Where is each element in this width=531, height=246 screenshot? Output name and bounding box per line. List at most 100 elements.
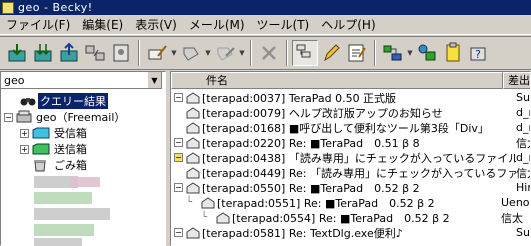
toolbar-separator: [374, 40, 376, 66]
tree-item-query-results[interactable]: クエリー結果: [20, 93, 108, 109]
tree-item-label: 送信箱: [54, 143, 87, 156]
expand-icon[interactable]: +: [20, 144, 29, 154]
message-subject: [terapad:0581] Re: TextDlg.exe便利♪: [202, 226, 403, 240]
mail-read-icon: [186, 91, 202, 104]
edit-icon[interactable]: [318, 40, 344, 66]
compose-icon[interactable]: [144, 40, 170, 66]
mail-read-icon: [216, 211, 232, 224]
menu-file[interactable]: ファイル(F): [0, 15, 76, 35]
reply-dropdown[interactable]: ▼: [204, 40, 212, 66]
table-row[interactable]: − [terapad:0037] TeraPad 0.50 正式版 Susu: [171, 90, 530, 105]
collapse-icon[interactable]: −: [174, 93, 183, 102]
menu-help[interactable]: ヘルプ(H): [315, 15, 381, 35]
tree-item-outbox[interactable]: + 送信箱: [20, 141, 89, 157]
collapse-icon[interactable]: −: [4, 112, 13, 122]
column-subject[interactable]: 件名: [171, 72, 503, 89]
tree-item-label: クエリー結果: [38, 93, 108, 109]
list-header: 件名 差出: [171, 72, 530, 89]
forward-dropdown[interactable]: ▼: [238, 40, 246, 66]
menu-bar: ファイル(F) 編集(E) 表示(V) メール(M) ツール(T) ヘルプ(H): [0, 15, 531, 35]
toolbar: ▼ ▼ ▼ ▼ ?: [0, 36, 531, 70]
mail-server-icon: [16, 110, 34, 124]
collapse-icon[interactable]: −: [174, 183, 183, 192]
title-bar: geo - Becky!: [0, 0, 531, 15]
trash-icon: [32, 159, 52, 172]
message-subject: [terapad:0168] ■呼び出して便利なツール第3段「Div」: [202, 121, 489, 135]
folder-tree: クエリー結果 − geo（Freemail） + 受信箱 + 送信箱 ごみ箱: [0, 92, 164, 246]
thread-view-icon[interactable]: [292, 40, 318, 66]
mail-read-icon: [186, 136, 202, 149]
properties-icon[interactable]: [344, 40, 370, 66]
tree-item-label: 受信箱: [54, 127, 87, 140]
notes-icon[interactable]: [440, 40, 466, 66]
menu-view[interactable]: 表示(V): [129, 15, 183, 35]
tree-item-label: ごみ箱: [54, 159, 87, 172]
binoculars-icon: [20, 95, 38, 107]
table-row[interactable]: [terapad:0079] ヘルプ改訂版アップのお知らせ d_mai: [171, 105, 530, 120]
settings-icon[interactable]: [414, 40, 440, 66]
redacted-folder: [34, 208, 110, 220]
chevron-down-icon[interactable]: ▼: [147, 72, 161, 88]
help-icon[interactable]: ?: [466, 40, 492, 66]
flag-collapse-icon[interactable]: −: [174, 153, 183, 162]
tree-item-trash[interactable]: ごみ箱: [32, 157, 89, 173]
compose-dropdown[interactable]: ▼: [170, 40, 178, 66]
collapse-icon[interactable]: −: [174, 228, 183, 237]
address-book-icon[interactable]: [108, 40, 134, 66]
message-subject: [terapad:0438] 「読み専用」にチェックが入っているファイル...: [202, 151, 516, 165]
table-row[interactable]: └ [terapad:0551] Re: ■TeraPad 0.52 β 2 U…: [171, 195, 530, 210]
table-row[interactable]: [terapad:0168] ■呼び出して便利なツール第3段「Div」 d_ma…: [171, 120, 530, 135]
delete-icon[interactable]: [256, 40, 282, 66]
message-from: 信太: [516, 166, 530, 180]
filter-dropdown[interactable]: ▼: [406, 40, 414, 66]
receive-icon[interactable]: [4, 40, 30, 66]
window-title: geo - Becky!: [18, 1, 93, 14]
redacted-folder: [70, 177, 100, 187]
menu-tools[interactable]: ツール(T): [251, 15, 316, 35]
message-subject: [terapad:0079] ヘルプ改訂版アップのお知らせ: [202, 106, 443, 120]
filter-icon[interactable]: [380, 40, 406, 66]
menu-mail[interactable]: メール(M): [183, 15, 251, 35]
message-from: 信太: [516, 136, 530, 150]
redacted-folder: [34, 238, 82, 246]
table-row[interactable]: − [terapad:0438] 「読み専用」にチェックが入っているファイル..…: [171, 150, 530, 165]
mail-read-icon: [186, 226, 202, 239]
toolbar-separator: [138, 40, 140, 66]
svg-text:?: ?: [475, 48, 481, 61]
mail-read-icon: [186, 106, 202, 119]
message-from: d_mai: [516, 151, 530, 164]
expand-icon[interactable]: +: [20, 128, 29, 138]
message-subject: [terapad:0220] Re: ■TeraPad 0.51 β 8: [202, 136, 420, 150]
message-subject: [terapad:0554] Re: ■TeraPad 0.52 β 2: [232, 211, 450, 225]
mail-read-icon: [201, 196, 217, 209]
menu-edit[interactable]: 編集(E): [76, 15, 129, 35]
message-from: 信太: [501, 211, 523, 225]
sync-icon[interactable]: [82, 40, 108, 66]
table-row[interactable]: − [terapad:0581] Re: TextDlg.exe便利♪ Susu: [171, 225, 530, 240]
redacted-folder: [34, 192, 92, 204]
message-from: Susu: [516, 226, 530, 239]
thread-line: └: [186, 197, 193, 208]
tree-item-account[interactable]: − geo（Freemail）: [4, 109, 127, 125]
reply-icon[interactable]: [178, 40, 204, 66]
message-from: d_mai: [516, 106, 530, 119]
tree-item-label: geo（Freemail）: [36, 111, 126, 124]
receive-all-icon[interactable]: [30, 40, 56, 66]
message-subject: [terapad:0449] Re: 「読み専用」にチェックが入っているファイ.…: [202, 166, 516, 180]
mailbox-combo[interactable]: geo ▼: [0, 71, 162, 89]
mailbox-combo-value: geo: [4, 73, 25, 87]
redacted-folder: [34, 224, 94, 236]
table-row[interactable]: − [terapad:0220] Re: ■TeraPad 0.51 β 8 信…: [171, 135, 530, 150]
send-icon[interactable]: [56, 40, 82, 66]
column-from[interactable]: 差出: [503, 72, 530, 89]
message-subject: [terapad:0551] Re: ■TeraPad 0.52 β 2: [217, 196, 435, 210]
collapse-icon[interactable]: −: [174, 138, 183, 147]
app-icon: [2, 1, 14, 14]
table-row[interactable]: └ [terapad:0554] Re: ■TeraPad 0.52 β 2 信…: [171, 210, 530, 225]
toolbar-separator: [250, 40, 252, 66]
tree-item-inbox[interactable]: + 受信箱: [20, 125, 89, 141]
table-row[interactable]: [terapad:0449] Re: 「読み専用」にチェックが入っているファイ.…: [171, 165, 530, 180]
forward-icon[interactable]: [212, 40, 238, 66]
table-row[interactable]: − [terapad:0550] Re: ■TeraPad 0.52 β 2 H…: [171, 180, 530, 195]
mail-read-icon: [186, 166, 202, 179]
